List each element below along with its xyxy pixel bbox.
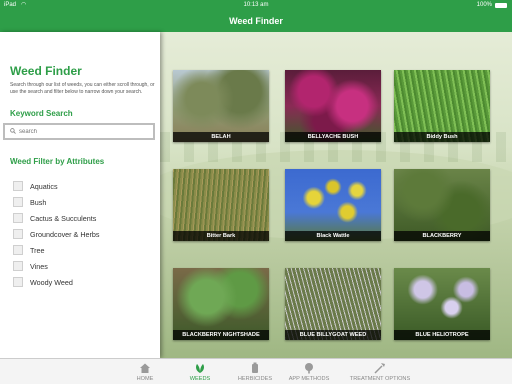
nav-title: Weed Finder	[229, 16, 283, 26]
filter-label: Vines	[30, 261, 48, 271]
filter-sidebar: Weed Finder Search through our list of w…	[0, 32, 160, 358]
checkbox[interactable]	[13, 197, 23, 207]
filter-label: Bush	[30, 197, 47, 207]
weed-tile-blackberry[interactable]: BLACKBERRY	[394, 169, 490, 241]
status-bar: iPad ◠ 10:13 am 100%	[0, 0, 512, 10]
filter-item-groundcover-herbs[interactable]: Groundcover & Herbs	[13, 226, 100, 242]
tab-label: APP METHODS	[288, 376, 330, 382]
sidebar-description: Search through our list of weeds, you ca…	[10, 82, 155, 96]
weed-tile-biddy-bush[interactable]: Biddy Bush	[394, 70, 490, 142]
weed-name: Biddy Bush	[394, 132, 490, 142]
filter-label: Woody Weed	[30, 277, 73, 287]
house-icon	[140, 363, 150, 373]
keyword-search-heading: Keyword Search	[10, 109, 73, 118]
weed-name: BLUE HELIOTROPE	[394, 330, 490, 340]
checkbox[interactable]	[13, 213, 23, 223]
weed-grid: BELAH BELLYACHE BUSH Biddy Bush Bitter B…	[160, 32, 512, 358]
clock: 10:13 am	[243, 2, 269, 8]
weed-tile-blue-heliotrope[interactable]: BLUE HELIOTROPE	[394, 268, 490, 340]
tab-bar: HOME WEEDS HERBICIDES APP METHODS TREATM…	[0, 358, 512, 384]
weed-tile-black-wattle[interactable]: Black Wattle	[285, 169, 381, 241]
bottle-icon	[252, 362, 258, 373]
filter-item-bush[interactable]: Bush	[13, 194, 100, 210]
leaf-icon	[196, 364, 204, 373]
search-icon	[10, 128, 16, 134]
filter-item-tree[interactable]: Tree	[13, 242, 100, 258]
checkbox[interactable]	[13, 229, 23, 239]
weed-tile-blue-billygoat-weed[interactable]: BLUE BILLYGOAT WEED	[285, 268, 381, 340]
weed-tile-bellyache-bush[interactable]: BELLYACHE BUSH	[285, 70, 381, 142]
sprayer-icon	[374, 363, 385, 374]
weed-tile-blackberry-nightshade[interactable]: BLACKBERRY NIGHTSHADE	[173, 268, 269, 340]
weed-tile-bitter-bark[interactable]: Bitter Bark	[173, 169, 269, 241]
search-input[interactable]	[19, 126, 149, 137]
tree-icon	[305, 363, 313, 374]
filter-item-aquatics[interactable]: Aquatics	[13, 178, 100, 194]
tab-label: TREATMENT OPTIONS	[349, 376, 411, 382]
weed-name: BLACKBERRY NIGHTSHADE	[173, 330, 269, 340]
battery-percent: 100%	[476, 2, 492, 8]
weed-name: Bitter Bark	[173, 231, 269, 241]
weed-name: BLUE BILLYGOAT WEED	[285, 330, 381, 340]
filter-label: Cactus & Succulents	[30, 213, 97, 223]
nav-bar: Weed Finder	[0, 10, 512, 32]
filter-item-vines[interactable]: Vines	[13, 258, 100, 274]
filter-item-woody-weed[interactable]: Woody Weed	[13, 274, 100, 290]
filter-label: Aquatics	[30, 181, 58, 191]
filter-item-cactus-succulents[interactable]: Cactus & Succulents	[13, 210, 100, 226]
tab-treatment-options[interactable]: TREATMENT OPTIONS	[338, 359, 422, 384]
checkbox[interactable]	[13, 245, 23, 255]
weed-name: Black Wattle	[285, 231, 381, 241]
checkbox[interactable]	[13, 277, 23, 287]
filter-list: Aquatics Bush Cactus & Succulents Ground…	[13, 178, 100, 290]
tab-app-methods[interactable]: APP METHODS	[276, 359, 342, 384]
checkbox[interactable]	[13, 261, 23, 271]
weed-tile-belah[interactable]: BELAH	[173, 70, 269, 142]
sidebar-title: Weed Finder	[10, 64, 82, 78]
search-box[interactable]	[3, 123, 155, 140]
weed-name: BELLYACHE BUSH	[285, 132, 381, 142]
checkbox[interactable]	[13, 181, 23, 191]
filter-label: Groundcover & Herbs	[30, 229, 100, 239]
filter-label: Tree	[30, 245, 45, 255]
battery-icon	[495, 3, 507, 8]
weed-name: BELAH	[173, 132, 269, 142]
filter-heading: Weed Filter by Attributes	[10, 157, 105, 166]
weed-name: BLACKBERRY	[394, 231, 490, 241]
